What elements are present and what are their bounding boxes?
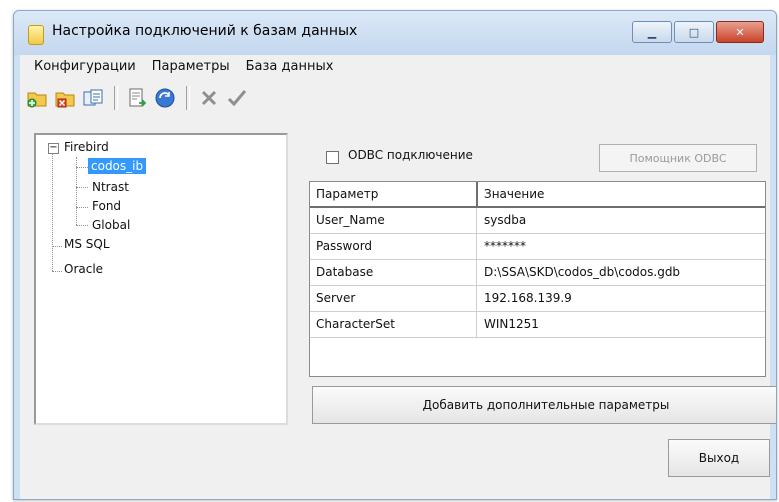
tree-node-oracle[interactable]: Oracle <box>64 262 103 276</box>
tree-connector <box>52 153 53 271</box>
confirm-icon[interactable] <box>224 85 250 111</box>
cell-value[interactable]: D:\SSA\SKD\codos_db\codos.gdb <box>478 260 680 285</box>
folder-add-icon[interactable] <box>24 85 50 111</box>
title-bar[interactable]: Настройка подключений к базам данных ▁ □… <box>14 11 776 55</box>
menu-database[interactable]: База данных <box>238 59 342 74</box>
odbc-checkbox[interactable] <box>326 151 339 164</box>
connection-tree[interactable]: − Firebird codos_ib Ntrast Fond Global M… <box>34 133 288 425</box>
cell-value[interactable]: 192.168.139.9 <box>478 286 572 311</box>
database-icon <box>28 25 44 45</box>
tree-node-global[interactable]: Global <box>92 218 130 232</box>
odbc-checkbox-label: ODBC подключение <box>348 148 473 162</box>
tree-connector <box>76 167 88 168</box>
odbc-helper-button: Помощник ODBC <box>599 144 757 172</box>
menu-bar: Конфигурации Параметры База данных <box>20 55 770 77</box>
cell-parameter: Database <box>310 260 477 285</box>
collapse-icon[interactable]: − <box>48 143 59 154</box>
tree-connector <box>76 225 88 226</box>
close-button[interactable]: ✕ <box>716 21 764 43</box>
client-area: Конфигурации Параметры База данных − Fir… <box>20 55 776 499</box>
maximize-button[interactable]: □ <box>674 21 714 43</box>
tree-connector <box>76 207 88 208</box>
table-row[interactable]: Server 192.168.139.9 <box>310 286 765 312</box>
cell-value[interactable]: ******* <box>478 234 526 259</box>
cell-value[interactable]: sysdba <box>478 208 526 233</box>
table-row[interactable]: User_Name sysdba <box>310 208 765 234</box>
cancel-icon[interactable] <box>196 85 222 111</box>
refresh-icon[interactable] <box>152 85 178 111</box>
copy-icon[interactable] <box>80 85 106 111</box>
table-row[interactable]: CharacterSet WIN1251 <box>310 312 765 338</box>
table-row[interactable]: Database D:\SSA\SKD\codos_db\codos.gdb <box>310 260 765 286</box>
folder-delete-icon[interactable] <box>52 85 78 111</box>
toolbar-separator <box>114 86 118 110</box>
toolbar <box>24 81 252 115</box>
tree-node-codos-ib[interactable]: codos_ib <box>88 158 147 174</box>
export-icon[interactable] <box>124 85 150 111</box>
tree-connector <box>52 271 62 272</box>
main-window: Настройка подключений к базам данных ▁ □… <box>13 10 777 500</box>
column-header-parameter[interactable]: Параметр <box>310 182 478 206</box>
tree-node-ntrast[interactable]: Ntrast <box>92 180 129 194</box>
cell-parameter: Password <box>310 234 477 259</box>
cell-parameter: User_Name <box>310 208 477 233</box>
cell-parameter: CharacterSet <box>310 312 477 337</box>
tree-connector <box>52 246 62 247</box>
window-controls: ▁ □ ✕ <box>632 21 764 43</box>
parameters-grid: Параметр Значение User_Name sysdba Passw… <box>309 181 766 377</box>
tree-node-ms-sql[interactable]: MS SQL <box>64 237 110 251</box>
table-row[interactable]: Password ******* <box>310 234 765 260</box>
add-parameters-button[interactable]: Добавить дополнительные параметры <box>312 386 776 424</box>
tree-node-fond[interactable]: Fond <box>92 199 121 213</box>
window-title: Настройка подключений к базам данных <box>52 23 358 39</box>
grid-header: Параметр Значение <box>310 182 765 208</box>
cell-parameter: Server <box>310 286 477 311</box>
toolbar-separator <box>186 86 190 110</box>
tree-connector <box>76 187 88 188</box>
cell-value[interactable]: WIN1251 <box>478 312 539 337</box>
menu-configurations[interactable]: Конфигурации <box>26 59 144 74</box>
tree-node-firebird[interactable]: Firebird <box>64 140 109 154</box>
minimize-button[interactable]: ▁ <box>632 21 672 43</box>
menu-parameters[interactable]: Параметры <box>144 59 238 74</box>
column-header-value[interactable]: Значение <box>478 182 544 206</box>
exit-button[interactable]: Выход <box>668 439 770 477</box>
